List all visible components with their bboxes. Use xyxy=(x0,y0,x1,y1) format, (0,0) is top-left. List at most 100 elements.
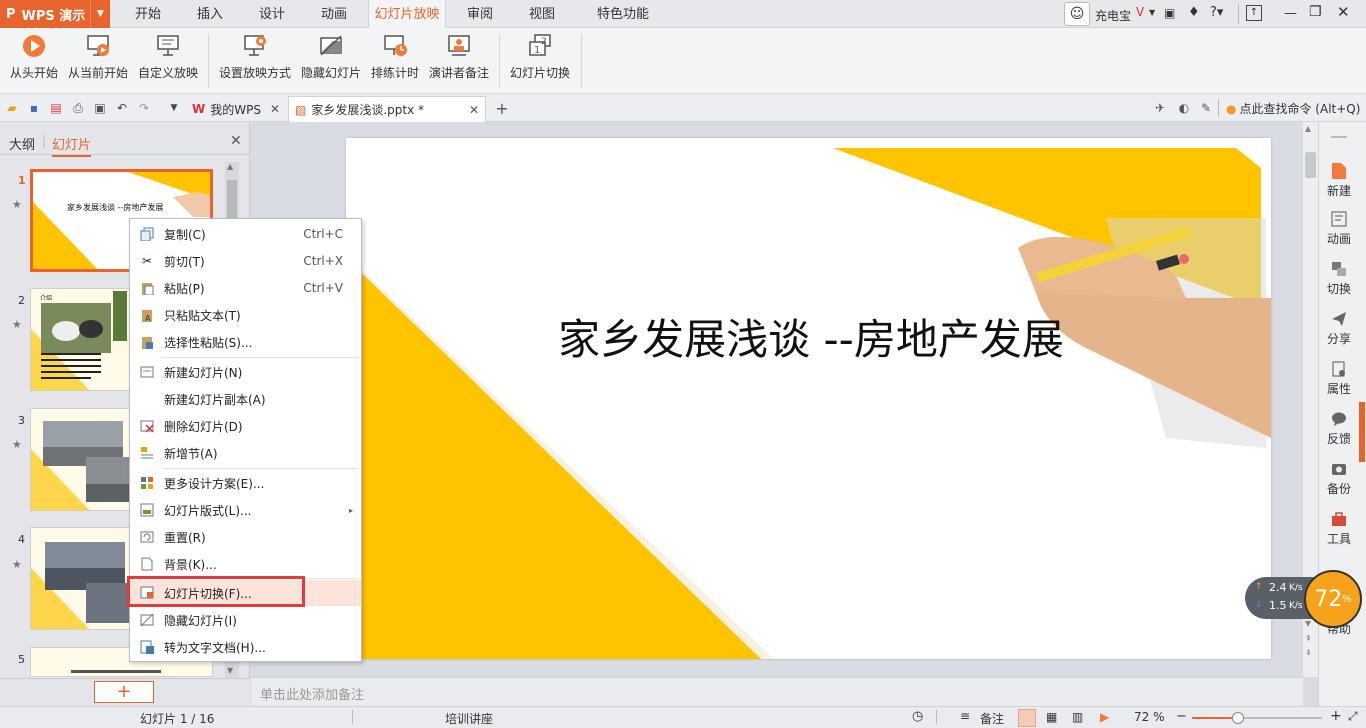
open-folder-icon[interactable]: ▰ xyxy=(4,100,20,116)
menu-item-add-section[interactable]: 新增节(A) xyxy=(130,440,361,466)
chevron-down-icon[interactable]: ▼ xyxy=(166,100,182,116)
reading-view-icon[interactable]: ▥ xyxy=(1072,710,1083,724)
presenter-notes-button[interactable]: 演讲者备注 xyxy=(426,32,492,90)
slide-title[interactable]: 家乡发展浅谈 --房地产发展 xyxy=(531,306,1091,367)
print-preview-icon[interactable]: ▣ xyxy=(92,100,108,116)
menu-item-reset[interactable]: 重置(R) xyxy=(130,524,361,550)
add-slide-button[interactable]: + xyxy=(94,681,154,703)
notes-pane[interactable]: 单击此处添加备注 xyxy=(251,677,1303,706)
menu-item-paste-special[interactable]: 选择性粘贴(S)... xyxy=(130,329,361,355)
help-icon[interactable]: ?▾ xyxy=(1210,5,1223,20)
fit-window-icon[interactable]: ⤢ xyxy=(1348,709,1358,724)
menu-item-copy[interactable]: 复制(C) Ctrl+C xyxy=(130,221,361,247)
command-search[interactable]: ● 点此查找命令 (Alt+Q) xyxy=(1226,100,1360,117)
backup-clock-icon[interactable]: ◷ xyxy=(912,709,923,724)
pdf-icon[interactable]: ▤ xyxy=(48,100,64,116)
restore-icon[interactable]: ❐ xyxy=(1309,4,1322,20)
scrollbar-thumb[interactable] xyxy=(1305,152,1316,178)
collapse-ribbon-icon[interactable]: ↑ xyxy=(1246,5,1262,21)
right-new-button[interactable]: 新建 xyxy=(1319,162,1359,199)
zoom-out-icon[interactable]: − xyxy=(1176,709,1187,724)
close-icon[interactable]: ✕ xyxy=(469,103,479,117)
menu-item-shortcut: Ctrl+X xyxy=(303,254,343,268)
tab-design[interactable]: 设计 xyxy=(248,0,296,28)
notes-icon[interactable]: ≡ xyxy=(960,709,970,723)
undo-icon[interactable]: ↶ xyxy=(114,100,130,116)
menu-item-cut[interactable]: ✂ 剪切(T) Ctrl+X xyxy=(130,248,361,274)
right-transition-button[interactable]: 切换 xyxy=(1319,260,1359,297)
menu-item-convert-to-doc[interactable]: 转为文字文档(H)... xyxy=(130,634,361,660)
tab-outline[interactable]: 大纲 xyxy=(9,134,35,153)
right-share-button[interactable]: 分享 xyxy=(1319,310,1359,347)
custom-show-button[interactable]: 自定义放映 xyxy=(136,32,200,90)
next-slide-icon[interactable]: ⇟ xyxy=(1305,648,1312,657)
menu-item-new-slide[interactable]: 新建幻灯片(N) xyxy=(130,359,361,385)
tab-slideshow[interactable]: 幻灯片放映 xyxy=(368,0,446,29)
new-tab-icon[interactable]: + xyxy=(494,99,510,118)
close-icon[interactable]: ✕ xyxy=(230,133,242,149)
shirt-icon[interactable]: ♦ xyxy=(1188,5,1200,20)
save-icon[interactable]: ▪ xyxy=(26,100,42,116)
from-current-button[interactable]: 从当前开始 xyxy=(66,32,130,90)
rehearse-button[interactable]: 排练计时 xyxy=(368,32,422,90)
chevron-down-icon[interactable]: ▼ xyxy=(1149,8,1155,17)
notes-toggle[interactable]: 备注 xyxy=(980,710,1004,727)
doc-tab-my-wps[interactable]: W 我的WPS ✕ xyxy=(186,96,286,122)
menu-item-duplicate-slide[interactable]: 新建幻灯片副本(A) xyxy=(130,386,361,412)
hide-slide-button[interactable]: 隐藏幻灯片 xyxy=(298,32,364,90)
tab-insert[interactable]: 插入 xyxy=(186,0,234,28)
menu-item-more-designs[interactable]: 更多设计方案(E)... xyxy=(130,470,361,496)
slideshow-play-icon[interactable]: ▶ xyxy=(1100,710,1109,724)
tab-home[interactable]: 开始 xyxy=(124,0,172,28)
doc-tab-presentation[interactable]: ▧ 家乡发展浅谈.pptx * ✕ xyxy=(288,96,486,122)
notes-placeholder: 单击此处添加备注 xyxy=(260,688,365,703)
scroll-up-icon[interactable]: ▲ xyxy=(1305,124,1311,133)
right-animation-button[interactable]: 动画 xyxy=(1319,210,1359,247)
scroll-down-icon[interactable]: ▼ xyxy=(227,666,233,675)
slide-canvas[interactable]: 家乡发展浅谈 --房地产发展 xyxy=(346,138,1271,659)
chevron-down-icon[interactable]: ▼ xyxy=(90,0,110,28)
zoom-in-icon[interactable]: + xyxy=(1330,708,1342,724)
avatar[interactable]: ☺ xyxy=(1064,2,1090,26)
right-feedback-button[interactable]: 反馈 xyxy=(1319,410,1359,447)
skin-icon[interactable]: ▣ xyxy=(1164,6,1175,20)
tab-special[interactable]: 特色功能 xyxy=(578,0,668,28)
close-icon[interactable]: ✕ xyxy=(270,102,280,116)
zoom-slider[interactable] xyxy=(1192,712,1322,724)
from-start-button[interactable]: 从头开始 xyxy=(8,32,60,90)
normal-view-icon[interactable] xyxy=(1018,709,1036,727)
panel-collapse-handle[interactable] xyxy=(1359,402,1365,462)
redo-icon[interactable]: ↷ xyxy=(136,100,152,116)
menu-item-slide-layout[interactable]: 幻灯片版式(L)... ▸ xyxy=(130,497,361,523)
menu-item-paste[interactable]: 粘贴(P) Ctrl+V xyxy=(130,275,361,301)
zoom-slider-handle[interactable] xyxy=(1232,712,1244,724)
menu-item-delete-slide[interactable]: 删除幻灯片(D) xyxy=(130,413,361,439)
tab-animation[interactable]: 动画 xyxy=(310,0,358,28)
memory-usage-badge[interactable]: 72 % xyxy=(1304,570,1362,628)
menu-item-hide-slide[interactable]: 隐藏幻灯片(I) xyxy=(130,607,361,633)
scroll-down-icon[interactable]: ▼ xyxy=(1305,619,1311,628)
tab-view[interactable]: 视图 xyxy=(518,0,566,28)
minimize-icon[interactable]: — xyxy=(1284,6,1297,21)
menu-item-background[interactable]: 背景(K)... xyxy=(130,551,361,577)
custom-show-label: 自定义放映 xyxy=(137,66,198,80)
prev-slide-icon[interactable]: ⇞ xyxy=(1305,634,1312,643)
slide-sorter-icon[interactable]: ▦ xyxy=(1046,710,1057,724)
skin-icon[interactable]: ◐ xyxy=(1176,100,1192,116)
right-tools-button[interactable]: 工具 xyxy=(1319,510,1359,547)
close-icon[interactable]: ✕ xyxy=(1337,3,1350,21)
brush-icon[interactable]: ✎ xyxy=(1198,100,1214,116)
zoom-level[interactable]: 72 % xyxy=(1134,710,1165,724)
right-backup-button[interactable]: 备份 xyxy=(1319,460,1359,497)
user-name[interactable]: 充电宝 xyxy=(1095,7,1131,24)
scroll-up-icon[interactable]: ▲ xyxy=(227,162,233,171)
divider xyxy=(499,34,500,88)
tab-review[interactable]: 审阅 xyxy=(456,0,504,28)
slide-transition-button[interactable]: 12 幻灯片切换 xyxy=(506,32,574,90)
right-properties-button[interactable]: 属性 xyxy=(1319,360,1359,397)
menu-item-paste-text[interactable]: A 只粘贴文本(T) xyxy=(130,302,361,328)
app-menu-button[interactable]: P WPS 演示 ▼ xyxy=(0,0,110,28)
print-icon[interactable]: ⎙ xyxy=(70,100,86,116)
pin-icon[interactable]: ✈ xyxy=(1152,100,1168,116)
setup-show-button[interactable]: 设置放映方式 xyxy=(216,32,294,90)
